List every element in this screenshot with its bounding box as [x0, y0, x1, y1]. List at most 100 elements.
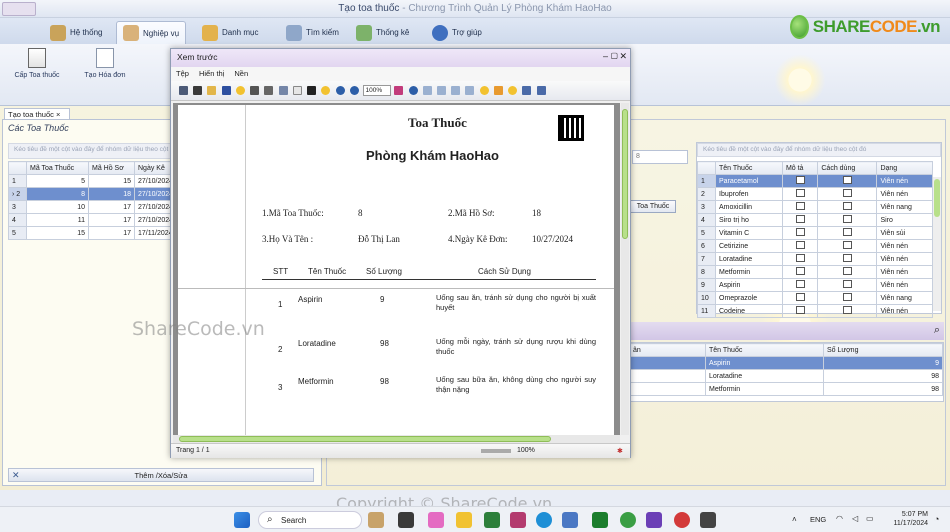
description-icon[interactable]: [795, 215, 805, 223]
usage-icon[interactable]: [842, 202, 852, 210]
table-row[interactable]: 8 Metformin Viên nén: [697, 265, 933, 279]
column-header[interactable]: Cách dùng: [817, 161, 878, 175]
cell[interactable]: Codeine: [715, 304, 783, 318]
scroll-thumb[interactable]: [179, 436, 551, 442]
close-icon[interactable]: ×: [56, 110, 60, 119]
cell[interactable]: 98: [823, 382, 943, 396]
cell[interactable]: 5: [26, 174, 89, 188]
cell[interactable]: [629, 369, 706, 383]
table-row[interactable]: 7 Loratadine Viên nén: [697, 252, 933, 266]
cell[interactable]: Loratadine: [705, 369, 824, 383]
cell[interactable]: [781, 200, 819, 214]
cap-toa-thuoc-button[interactable]: Cấp Toa thuốc: [4, 48, 70, 100]
usage-icon[interactable]: [842, 241, 852, 249]
cell[interactable]: Viên nén: [876, 304, 933, 318]
column-header[interactable]: Mã Hồ Sơ: [88, 161, 135, 175]
cell[interactable]: [781, 278, 819, 292]
xbox-icon[interactable]: [592, 512, 608, 528]
tab-tro-giup[interactable]: Trợ giúp: [426, 21, 488, 44]
cell[interactable]: Siro: [876, 213, 933, 227]
cell[interactable]: Ibuprofen: [715, 187, 783, 201]
cell[interactable]: Metformin: [715, 265, 783, 279]
maximize-icon[interactable]: ▢: [610, 51, 618, 60]
scroll-thumb[interactable]: [934, 179, 940, 217]
column-header[interactable]: Tên Thuốc: [715, 161, 783, 175]
zoom-out-icon[interactable]: [335, 86, 345, 95]
menu-hien-thi[interactable]: Hiển thị: [194, 67, 229, 80]
cell[interactable]: [781, 174, 819, 188]
cell[interactable]: 15: [88, 174, 135, 188]
export-icon[interactable]: [522, 86, 532, 95]
table-row-selected[interactable]: › 2 8 18 27/10/2024: [8, 187, 178, 201]
usage-icon[interactable]: [842, 267, 852, 275]
menu-nen[interactable]: Nền: [229, 67, 253, 80]
cell[interactable]: [781, 239, 819, 253]
usage-icon[interactable]: [842, 189, 852, 197]
table-row[interactable]: 3 10 17 27/10/2024: [8, 200, 178, 214]
save-icon[interactable]: [221, 86, 231, 95]
visual-studio-icon[interactable]: [646, 512, 662, 528]
minimize-icon[interactable]: –: [603, 51, 608, 61]
cell[interactable]: Amoxicillin: [715, 200, 783, 214]
cell[interactable]: [817, 200, 878, 214]
cell[interactable]: 98: [823, 369, 943, 383]
battery-icon[interactable]: ▭: [866, 514, 874, 523]
table-row[interactable]: 11 Codeine Viên nén: [697, 304, 933, 318]
cell[interactable]: Omeprazole: [715, 291, 783, 305]
background-color-icon[interactable]: [493, 86, 503, 95]
table-row-selected[interactable]: 1 Paracetamol Viên nén: [697, 174, 933, 188]
app-icon[interactable]: [674, 512, 690, 528]
email-icon[interactable]: [536, 86, 546, 95]
record-field[interactable]: 8: [632, 150, 688, 164]
print-icon[interactable]: [250, 86, 260, 95]
app-icon[interactable]: [428, 512, 444, 528]
column-header[interactable]: Mô tả: [781, 161, 819, 175]
description-icon[interactable]: [795, 202, 805, 210]
group-by-area[interactable]: Kéo tiêu đề một cột vào đây để nhóm dữ l…: [697, 143, 941, 157]
column-header[interactable]: Mã Toa Thuốc: [26, 161, 89, 175]
cell[interactable]: 17: [88, 200, 135, 214]
edge-icon[interactable]: [536, 512, 552, 528]
zoom-options-icon[interactable]: [321, 86, 331, 95]
zoom-slider[interactable]: [481, 449, 511, 453]
clock[interactable]: 5:07 PM 11/17/2024: [884, 510, 928, 528]
table-row[interactable]: 4 11 17 27/10/2024: [8, 213, 178, 227]
group-by-area[interactable]: Kéo tiêu đề một cột vào đây để nhóm dữ l…: [8, 143, 172, 159]
open-icon[interactable]: [207, 86, 217, 95]
binoculars-icon[interactable]: [193, 86, 203, 95]
cell[interactable]: 8: [26, 187, 89, 201]
close-icon[interactable]: ✕: [619, 51, 627, 62]
cell[interactable]: [629, 356, 706, 370]
usage-icon[interactable]: [842, 280, 852, 288]
last-page-icon[interactable]: [465, 86, 475, 95]
gear-icon[interactable]: ✱: [617, 447, 623, 455]
hand-tool-icon[interactable]: [307, 86, 317, 95]
table-row[interactable]: 1 5 15 27/10/2024: [8, 174, 178, 188]
them-xoa-sua-button[interactable]: ✕ Thêm /Xóa/Sửa: [8, 468, 314, 482]
usage-icon[interactable]: [842, 176, 852, 184]
tao-hoa-don-button[interactable]: Tạo Hóa đơn: [72, 48, 138, 100]
description-icon[interactable]: [795, 254, 805, 262]
cell[interactable]: Viên nén: [876, 278, 933, 292]
cell[interactable]: [781, 291, 819, 305]
cell[interactable]: 15: [26, 226, 89, 240]
menu-tep[interactable]: Tệp: [171, 67, 194, 80]
tab-tim-kiem[interactable]: Tìm kiếm: [280, 21, 345, 44]
wifi-icon[interactable]: ◠: [836, 514, 843, 523]
cell[interactable]: [817, 278, 878, 292]
cell[interactable]: Viên nén: [876, 265, 933, 279]
cell[interactable]: [781, 226, 819, 240]
app-icon[interactable]: [562, 512, 578, 528]
cell[interactable]: Metformin: [705, 382, 824, 396]
cell[interactable]: 17: [88, 213, 135, 227]
table-row[interactable]: 3 Amoxicillin Viên nang: [697, 200, 933, 214]
cell[interactable]: [817, 174, 878, 188]
tray-chevron-icon[interactable]: ˄: [792, 515, 797, 524]
search-icon[interactable]: ⌕: [934, 324, 940, 337]
cell[interactable]: [781, 252, 819, 266]
table-row[interactable]: 10 Omeprazole Viên nang: [697, 291, 933, 305]
cell[interactable]: 10: [26, 200, 89, 214]
cell[interactable]: Siro trị ho: [715, 213, 783, 227]
column-header[interactable]: Dạng: [876, 161, 933, 175]
cell[interactable]: Viên nang: [876, 291, 933, 305]
